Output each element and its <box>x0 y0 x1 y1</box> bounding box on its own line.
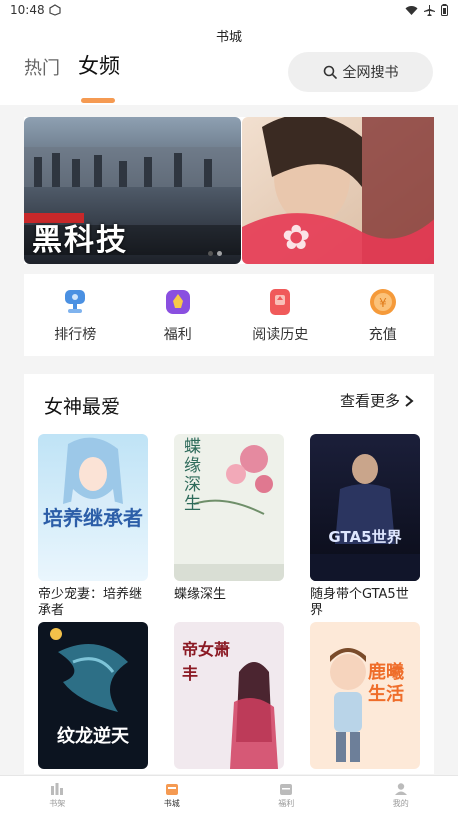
ranking-button[interactable]: 排行榜 <box>25 286 125 344</box>
svg-text:✿: ✿ <box>282 218 311 258</box>
book-cover: 帝女萧丰 <box>174 622 284 769</box>
cover-text: 鹿曦生活 <box>368 662 404 705</box>
status-time: 10:48 <box>10 3 45 17</box>
history-label: 阅读历史 <box>252 327 309 343</box>
trophy-icon <box>65 290 86 313</box>
book-cover: GTA5世界 <box>310 434 420 581</box>
app-screen: 10:48 书城 热门 女频 全网搜书 黑科技 ✿ 排行榜 福利 阅读历史 ¥ … <box>0 0 458 814</box>
status-bar: 10:48 <box>0 0 458 20</box>
gift-icon <box>165 290 190 314</box>
chevron-right-icon <box>405 394 414 407</box>
banner-image: ✿ <box>242 117 434 264</box>
book-cover: 蝶缘深生 <box>174 434 284 581</box>
carousel-dots <box>208 251 222 256</box>
book-cover: 培养继承者 <box>38 434 148 581</box>
nav-label: 书城 <box>163 798 180 808</box>
notification-icon <box>48 4 61 16</box>
bottom-nav: 书架 书城 福利 我的 <box>0 775 458 814</box>
view-more-link[interactable]: 查看更多 <box>340 390 414 411</box>
book-title: 帝少宠妻：培养继承者 <box>38 587 143 618</box>
recharge-button[interactable]: ¥ 充值 <box>333 286 433 344</box>
nav-bookshelf[interactable]: 书架 <box>0 776 115 814</box>
book-card[interactable]: GTA5世界 随身带个GTA5世界 <box>310 434 420 619</box>
nav-bookstore[interactable]: 书城 <box>115 776 230 814</box>
quick-menu: 排行榜 福利 阅读历史 ¥ 充值 <box>24 274 434 356</box>
recharge-icon: ¥ <box>369 289 396 315</box>
book-card[interactable]: 纹龙逆天 <box>38 622 148 775</box>
tab-indicator <box>81 98 115 103</box>
tab-hot[interactable]: 热门 <box>24 54 60 80</box>
book-card[interactable]: 帝女萧丰 <box>174 622 284 775</box>
nav-label: 书架 <box>49 798 66 808</box>
banner-carousel[interactable]: 黑科技 ✿ <box>24 117 434 264</box>
banner-slide[interactable]: 黑科技 <box>24 117 241 264</box>
nav-profile[interactable]: 我的 <box>344 776 458 814</box>
book-title: 蝶缘深生 <box>174 587 227 602</box>
bookstore-icon <box>165 783 178 795</box>
wifi-icon <box>405 5 418 15</box>
featured-section: 女神最爱 查看更多 培养继承者 帝少宠妻：培养继承者 蝶缘深生 蝶缘深生 GTA… <box>24 374 434 774</box>
search-button[interactable]: 全网搜书 <box>288 52 433 92</box>
book-cover: 鹿曦生活 <box>310 622 420 769</box>
welfare-icon <box>280 783 293 795</box>
page-title: 书城 <box>215 30 242 45</box>
nav-label: 我的 <box>392 798 409 808</box>
battery-icon <box>441 4 448 16</box>
book-card[interactable]: 蝶缘深生 蝶缘深生 <box>174 434 284 603</box>
cover-text: 帝女萧丰 <box>182 640 231 683</box>
recharge-label: 充值 <box>368 327 397 343</box>
ranking-label: 排行榜 <box>54 327 97 343</box>
nav-label: 福利 <box>278 798 295 808</box>
profile-icon <box>394 782 407 795</box>
bookshelf-icon <box>51 782 64 795</box>
airplane-icon <box>424 4 435 16</box>
welfare-label: 福利 <box>163 327 192 343</box>
tab-female[interactable]: 女频 <box>78 50 120 80</box>
view-more-label: 查看更多 <box>339 392 400 410</box>
section-title: 女神最爱 <box>44 396 121 418</box>
carousel-dot <box>217 251 222 256</box>
cover-text: 纹龙逆天 <box>57 726 129 747</box>
history-button[interactable]: 阅读历史 <box>230 286 330 344</box>
header: 书城 热门 女频 全网搜书 <box>0 20 458 105</box>
welfare-button[interactable]: 福利 <box>128 286 228 344</box>
book-cover: 纹龙逆天 <box>38 622 148 769</box>
svg-text:¥: ¥ <box>379 296 387 310</box>
carousel-dot <box>208 251 213 256</box>
search-label: 全网搜书 <box>342 65 399 81</box>
cover-text: 蝶缘深生 <box>184 437 201 514</box>
cover-text: GTA5世界 <box>328 528 402 546</box>
search-icon <box>323 65 337 79</box>
banner-slide[interactable]: ✿ <box>242 117 434 264</box>
history-icon <box>270 289 291 315</box>
cover-text: 培养继承者 <box>43 506 143 530</box>
book-card[interactable]: 培养继承者 帝少宠妻：培养继承者 <box>38 434 148 619</box>
banner-text: 黑科技 <box>32 223 128 258</box>
nav-welfare[interactable]: 福利 <box>229 776 344 814</box>
book-card[interactable]: 鹿曦生活 <box>310 622 420 775</box>
book-title: 随身带个GTA5世界 <box>310 587 409 618</box>
